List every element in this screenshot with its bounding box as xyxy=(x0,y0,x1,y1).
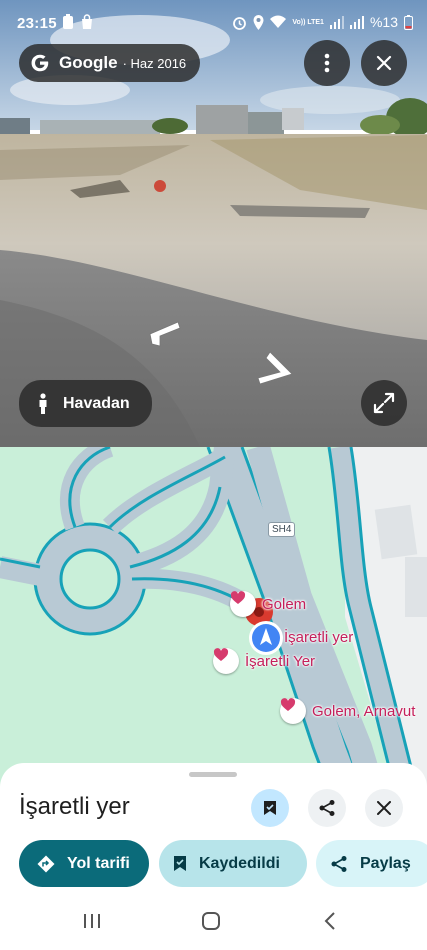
aerial-view-button[interactable]: Havadan xyxy=(19,380,152,427)
alarm-icon xyxy=(233,16,247,30)
google-g-icon xyxy=(31,54,49,72)
share-icon xyxy=(331,855,347,872)
poi-label: Golem xyxy=(262,595,307,613)
directions-label: Yol tarifi xyxy=(67,854,130,872)
recent-apps-icon[interactable] xyxy=(82,912,102,930)
back-icon[interactable] xyxy=(323,912,337,930)
close-icon xyxy=(376,55,392,71)
signal-icon-2 xyxy=(349,15,364,29)
signal-icon xyxy=(329,15,344,29)
bookmark-icon xyxy=(264,801,276,815)
status-bar: 23:15 Vo)) LTE1 %13 xyxy=(0,0,427,46)
more-options-button[interactable] xyxy=(304,40,350,86)
network-type: Vo)) LTE1 xyxy=(292,18,324,26)
bookmark-icon xyxy=(174,856,186,871)
poi-label: İşaretli yer xyxy=(284,629,354,646)
poi-label: İşaretli Yer xyxy=(245,652,316,670)
share-icon xyxy=(319,800,335,816)
place-title: İşaretli yer xyxy=(19,793,130,820)
pegman-icon xyxy=(39,392,47,414)
street-view-panel[interactable]: 23:15 Vo)) LTE1 %13 Google · Haz 2016 Ha… xyxy=(0,0,427,447)
heart-icon xyxy=(213,648,229,661)
close-icon xyxy=(377,801,391,815)
imagery-date-pill[interactable]: Google · Haz 2016 xyxy=(19,44,201,82)
drag-handle[interactable] xyxy=(189,772,237,777)
nav-arrow-left-icon[interactable] xyxy=(148,320,182,348)
poi-isaretli-yer[interactable]: İşaretli yer xyxy=(278,629,353,646)
close-street-view-button[interactable] xyxy=(361,40,407,86)
notification-icon xyxy=(63,14,73,29)
more-vert-icon xyxy=(324,53,330,73)
share-button[interactable]: Paylaş xyxy=(316,840,427,887)
google-brand-label: Google xyxy=(59,53,118,72)
share-label: Paylaş xyxy=(360,854,411,872)
heart-icon xyxy=(280,698,296,711)
expand-icon xyxy=(373,392,395,414)
saved-label: Kaydedildi xyxy=(199,854,280,872)
heart-icon xyxy=(230,591,246,604)
poi-isaretli-yer-2[interactable]: İşaretli Yer xyxy=(213,648,315,674)
aerial-view-label: Havadan xyxy=(63,394,130,412)
status-time: 23:15 xyxy=(17,15,57,32)
imagery-date: · Haz 2016 xyxy=(122,55,187,71)
poi-golem-arnavut[interactable]: Golem, Arnavut xyxy=(280,698,415,724)
poi-golem[interactable]: Golem xyxy=(230,591,306,617)
close-sheet-button[interactable] xyxy=(365,789,403,827)
share-icon-button[interactable] xyxy=(308,789,346,827)
directions-button[interactable]: Yol tarifi xyxy=(19,840,149,887)
location-icon xyxy=(253,14,264,30)
battery-icon xyxy=(404,14,413,30)
saved-button[interactable]: Kaydedildi xyxy=(159,840,307,887)
system-nav-bar xyxy=(0,898,427,950)
poi-label: Golem, Arnavut xyxy=(312,702,416,720)
map-roads[interactable] xyxy=(0,447,427,787)
nav-arrow-right-icon[interactable] xyxy=(256,350,294,386)
battery-percent: %13 xyxy=(369,14,398,30)
home-icon[interactable] xyxy=(201,912,221,930)
shopping-bag-icon xyxy=(82,14,92,29)
save-icon-button[interactable] xyxy=(251,789,289,827)
expand-button[interactable] xyxy=(361,380,407,426)
road-shield-sh4: SH4 xyxy=(268,522,296,537)
wifi-icon xyxy=(270,15,287,28)
map-view[interactable]: Golem İşaretli yer İşaretli Yer Golem, A… xyxy=(0,447,427,787)
directions-icon xyxy=(37,855,55,872)
